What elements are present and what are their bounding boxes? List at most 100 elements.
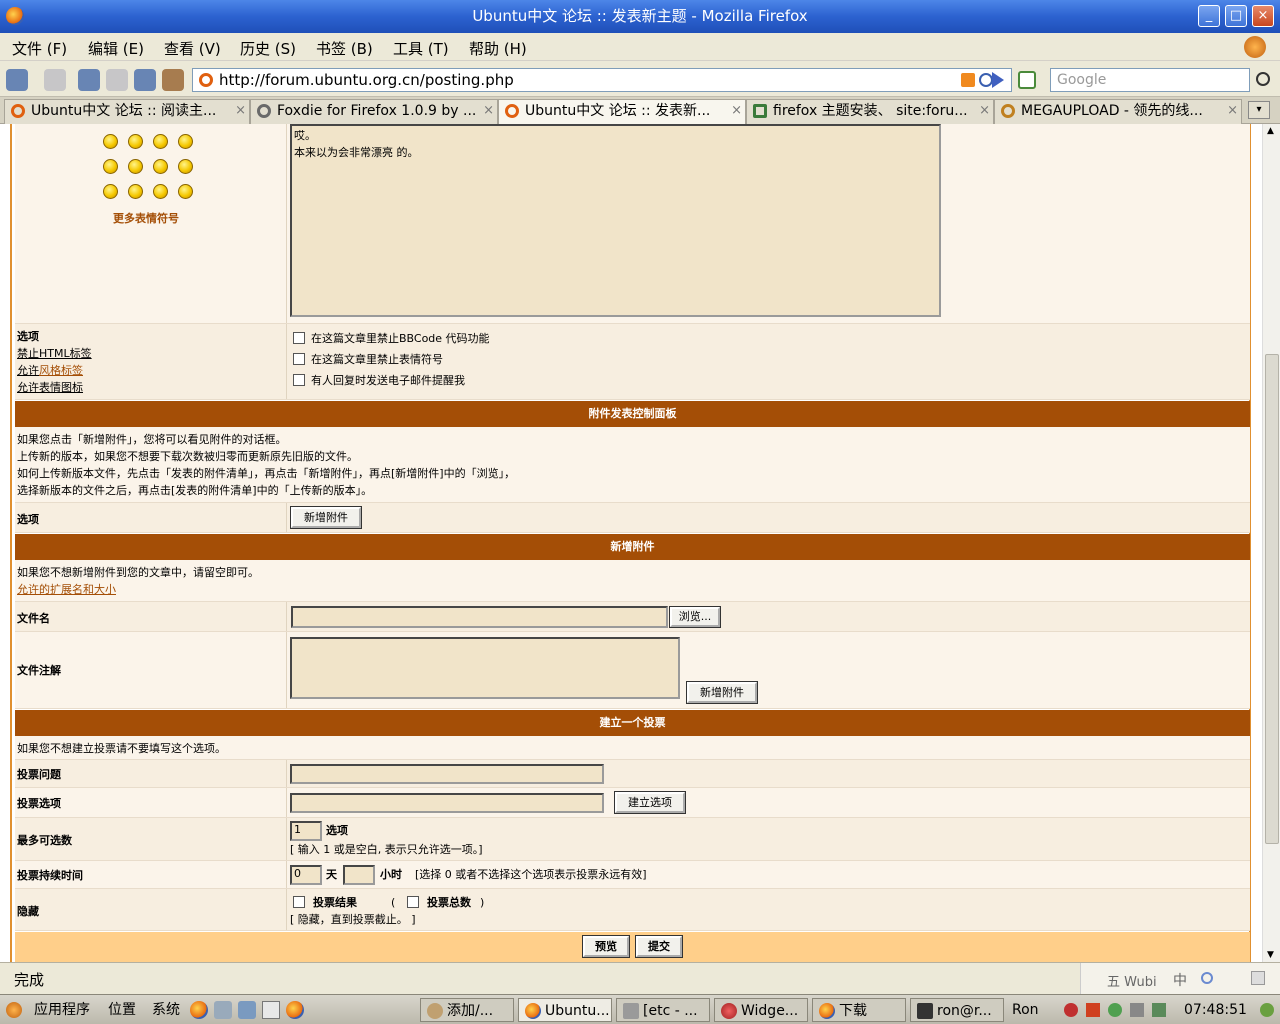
scrollbar-thumb[interactable] <box>1265 354 1279 844</box>
ime-mode[interactable]: 中 <box>1173 970 1187 990</box>
notify-reply-checkbox[interactable] <box>293 374 305 386</box>
message-textarea[interactable]: 哎。 本来以为会非常漂亮 的。 <box>290 124 941 317</box>
minimize-button[interactable]: _ <box>1198 5 1220 27</box>
poll-hours-input[interactable] <box>343 865 375 885</box>
mail-launcher-icon[interactable] <box>214 1001 232 1019</box>
home-icon[interactable] <box>134 69 156 91</box>
menu-view[interactable]: 查看 (V) <box>164 38 221 59</box>
tab-megaupload[interactable]: MEGAUPLOAD - 领先的线... × <box>994 99 1242 124</box>
allowed-extensions-link[interactable]: 允许的扩展名和大小 <box>17 581 1248 598</box>
applications-menu[interactable]: 应用程序 <box>34 998 90 1022</box>
emoticon-icon[interactable] <box>103 134 118 149</box>
menu-bookmarks[interactable]: 书签 (B) <box>316 38 373 59</box>
emoticon-icon[interactable] <box>103 159 118 174</box>
more-emoticons-link[interactable]: 更多表情符号 <box>113 210 179 226</box>
close-tab-icon[interactable]: × <box>979 100 990 122</box>
ime-tray-icon[interactable] <box>1086 1003 1100 1017</box>
go-icon[interactable] <box>992 72 1004 88</box>
task-add-remove[interactable]: 添加/... <box>420 998 514 1022</box>
emoticon-icon[interactable] <box>178 159 193 174</box>
poll-question-input[interactable] <box>290 764 604 784</box>
close-tab-icon[interactable]: × <box>1227 100 1238 122</box>
task-terminal[interactable]: ron@r... <box>910 998 1004 1022</box>
scroll-down-icon[interactable]: ▼ <box>1267 950 1274 960</box>
volume-tray-icon[interactable] <box>1130 1003 1144 1017</box>
filename-input[interactable] <box>291 606 668 628</box>
preview-button[interactable]: 预览 <box>582 935 630 958</box>
close-button[interactable]: × <box>1252 5 1274 27</box>
add-poll-option-button[interactable]: 建立选项 <box>614 791 686 814</box>
firefox-launcher-icon[interactable] <box>190 1001 208 1019</box>
tab-foxdie[interactable]: Foxdie for Firefox 1.0.9 by ... × <box>250 99 498 124</box>
scroll-up-icon[interactable]: ▲ <box>1267 126 1274 136</box>
hide-total-checkbox[interactable] <box>407 896 419 908</box>
ubuntu-logo-icon[interactable] <box>6 1002 22 1018</box>
poll-days-input[interactable]: 0 <box>290 865 322 885</box>
emoticon-icon[interactable] <box>103 184 118 199</box>
search-icon[interactable] <box>1256 72 1270 86</box>
network-tray-icon[interactable] <box>1108 1003 1122 1017</box>
system-menu[interactable]: 系统 <box>152 998 180 1022</box>
reload-icon[interactable] <box>78 69 100 91</box>
clock[interactable]: 07:48:51 <box>1184 998 1247 1022</box>
ime-width-icon[interactable] <box>1201 972 1213 984</box>
close-tab-icon[interactable]: × <box>483 100 494 122</box>
emoticon-icon[interactable] <box>153 184 168 199</box>
task-firefox[interactable]: Ubuntu... <box>518 998 612 1022</box>
back-icon[interactable] <box>6 69 28 91</box>
menu-tools[interactable]: 工具 (T) <box>393 38 449 59</box>
menu-help[interactable]: 帮助 (H) <box>469 38 527 59</box>
ime-keyboard-icon[interactable] <box>1251 971 1265 985</box>
close-tab-icon[interactable]: × <box>731 100 742 122</box>
rss-icon[interactable] <box>961 73 975 87</box>
browse-button[interactable]: 浏览... <box>669 606 721 628</box>
add-search-icon[interactable] <box>979 73 993 87</box>
url-bar[interactable]: http://forum.ubuntu.org.cn/posting.php <box>192 68 1012 92</box>
task-downloads[interactable]: 下载 <box>812 998 906 1022</box>
poll-max-input[interactable]: 1 <box>290 821 322 841</box>
downloads-icon[interactable] <box>162 69 184 91</box>
emoticon-icon[interactable] <box>178 184 193 199</box>
submit-button[interactable]: 提交 <box>635 935 683 958</box>
task-widget[interactable]: Widge... <box>714 998 808 1022</box>
tab-list-icon[interactable]: ▾ <box>1248 101 1270 119</box>
emoticon-icon[interactable] <box>153 134 168 149</box>
firefox-launcher-icon[interactable] <box>286 1001 304 1019</box>
emoticon-icon[interactable] <box>128 159 143 174</box>
bbcode-link[interactable]: 风格标签 <box>39 364 83 377</box>
close-tab-icon[interactable]: × <box>235 100 246 122</box>
screenshot-launcher-icon[interactable] <box>262 1001 280 1019</box>
menu-history[interactable]: 历史 (S) <box>240 38 296 59</box>
disable-smilies-checkbox[interactable] <box>293 353 305 365</box>
hide-results-checkbox[interactable] <box>293 896 305 908</box>
tab-post-new-topic[interactable]: Ubuntu中文 论坛 :: 发表新... × <box>498 99 746 124</box>
emoticon-icon[interactable] <box>153 159 168 174</box>
menu-file[interactable]: 文件 (F) <box>12 38 67 59</box>
places-menu[interactable]: 位置 <box>108 998 136 1022</box>
emoticon-icon[interactable] <box>128 134 143 149</box>
emoticon-icon[interactable] <box>178 134 193 149</box>
megaupload-favicon-icon <box>1001 104 1015 118</box>
add-attachment-button[interactable]: 新增附件 <box>290 506 362 529</box>
add-attachment-submit-button[interactable]: 新增附件 <box>686 681 758 704</box>
tray-icon[interactable] <box>1064 1003 1078 1017</box>
vertical-scrollbar[interactable]: ▲ ▼ <box>1262 124 1280 962</box>
search-input[interactable]: Google <box>1050 68 1250 92</box>
files-launcher-icon[interactable] <box>238 1001 256 1019</box>
forward-icon[interactable] <box>44 69 66 91</box>
poll-option-input[interactable] <box>290 793 604 813</box>
tab-read-topic[interactable]: Ubuntu中文 论坛 :: 阅读主... × <box>4 99 250 124</box>
logout-icon[interactable] <box>1260 1003 1274 1017</box>
file-comment-textarea[interactable] <box>290 637 680 699</box>
emoticon-icon[interactable] <box>128 184 143 199</box>
task-etc[interactable]: [etc - ... <box>616 998 710 1022</box>
tab-google-search[interactable]: firefox 主题安装、 site:foru... × <box>746 99 994 124</box>
battery-tray-icon[interactable] <box>1152 1003 1166 1017</box>
disable-bbcode-checkbox[interactable] <box>293 332 305 344</box>
file-comment-label: 文件注解 <box>15 632 287 708</box>
maximize-button[interactable]: □ <box>1225 5 1247 27</box>
ime-name[interactable]: 五 Wubi <box>1107 971 1157 990</box>
google-search-engine-icon[interactable] <box>1018 71 1036 89</box>
menu-edit[interactable]: 编辑 (E) <box>88 38 144 59</box>
stop-icon[interactable] <box>106 69 128 91</box>
